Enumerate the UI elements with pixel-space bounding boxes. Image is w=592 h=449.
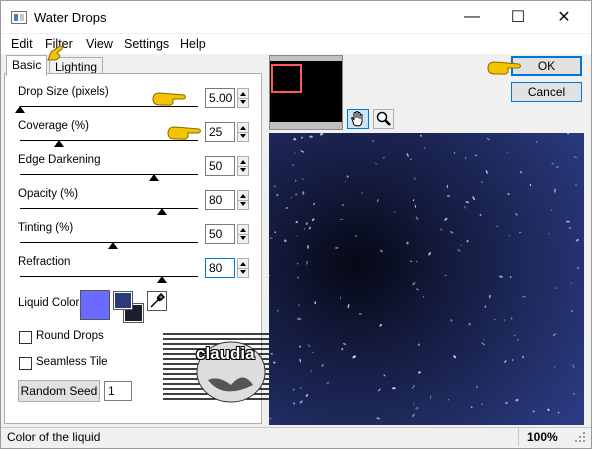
coverage-input[interactable]: 25 [205,122,235,142]
status-divider [518,428,519,446]
opacity-slider-thumb[interactable] [157,208,168,215]
close-icon[interactable]: ✕ [541,1,587,33]
menu-edit[interactable]: Edit [11,37,33,51]
edge-darkening-input[interactable]: 50 [205,156,235,176]
edge-darkening-label: Edge Darkening [18,154,101,166]
menu-view[interactable]: View [86,37,113,51]
water-drop [392,387,396,390]
navigator-viewport[interactable] [271,64,302,93]
effect-preview[interactable] [269,133,584,425]
refraction-spinner[interactable] [237,258,249,278]
refraction-slider-thumb[interactable] [157,276,168,283]
window-title: Water Drops [34,10,107,25]
status-text: Color of the liquid [7,430,101,444]
opacity-input[interactable]: 80 [205,190,235,210]
edge-darkening-slider-thumb[interactable] [148,174,159,181]
opacity-slider-track[interactable] [20,208,198,209]
menu-help[interactable]: Help [180,37,206,51]
seamless-tile-label: Seamless Tile [36,356,108,368]
zoom-magnifier-icon[interactable] [373,109,394,129]
pointer-hand-icon [486,59,521,77]
drop-size-pixels-slider-thumb[interactable] [15,106,25,113]
edge-darkening-slider-track[interactable] [20,174,198,175]
coverage-slider-thumb[interactable] [54,140,65,147]
seamless-tile-checkbox[interactable] [19,357,32,370]
refraction-input[interactable]: 80 [205,258,235,278]
coverage-label: Coverage (%) [18,120,89,132]
watermark-text: claudia [196,344,255,363]
opacity-spinner[interactable] [237,190,249,210]
pointer-hand-icon [151,90,186,108]
drop-size-pixels-label: Drop Size (pixels) [18,86,109,98]
resize-grip-icon[interactable] [574,431,586,443]
pan-hand-icon[interactable] [347,109,369,129]
navigator-thumbnail[interactable] [269,55,343,130]
maximize-icon[interactable]: ☐ [495,1,541,33]
menu-settings[interactable]: Settings [124,37,169,51]
coverage-spinner[interactable] [237,122,249,142]
opacity-label: Opacity (%) [18,188,79,200]
random-seed-input[interactable]: 1 [104,381,132,401]
tab-basic[interactable]: Basic [6,55,48,76]
refraction-slider-track[interactable] [20,276,198,277]
round-drops-label: Round Drops [36,330,104,342]
random-seed-button[interactable]: Random Seed [18,380,100,402]
drop-size-pixels-input[interactable]: 5.00 [205,88,235,108]
pointer-hand-icon [46,44,66,62]
refraction-label: Refraction [18,256,71,268]
drop-size-pixels-spinner[interactable] [237,88,249,108]
edge-darkening-spinner[interactable] [237,156,249,176]
foreground-color-swatch[interactable] [113,291,133,310]
pointer-hand-icon [166,124,201,142]
round-drops-checkbox[interactable] [19,331,32,344]
zoom-level: 100% [527,430,558,444]
liquid-color-label: Liquid Color [18,297,80,309]
tinting-label: Tinting (%) [18,222,74,234]
tinting-input[interactable]: 50 [205,224,235,244]
tinting-spinner[interactable] [237,224,249,244]
cancel-button[interactable]: Cancel [511,82,582,102]
liquid-color-swatch[interactable] [80,290,110,320]
app-icon [11,11,27,24]
water-drop [339,218,344,220]
minimize-icon[interactable]: — [449,1,495,33]
tinting-slider-thumb[interactable] [107,242,118,249]
eyedropper-icon[interactable] [147,291,167,311]
